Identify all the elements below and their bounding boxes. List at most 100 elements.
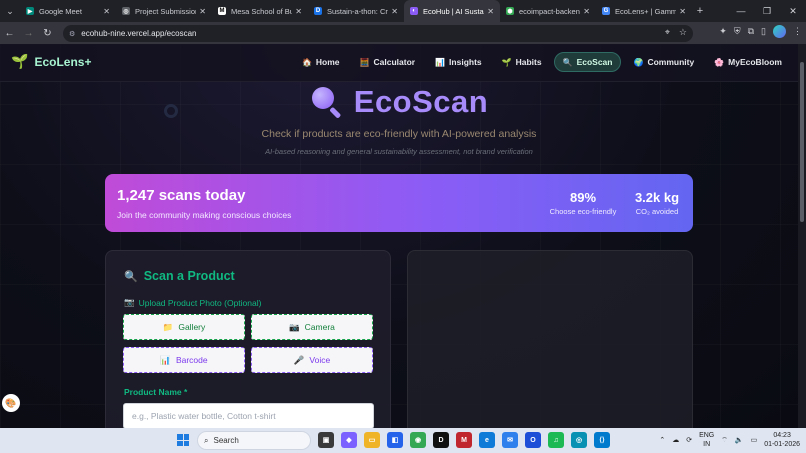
taskbar-search[interactable]: ⌕ Search	[197, 431, 311, 450]
mcafee-icon[interactable]: M	[456, 432, 472, 448]
tab-favicon-icon: ▶	[26, 7, 34, 15]
tab-favicon-icon: D	[314, 7, 322, 15]
chrome-icon[interactable]: ◉	[410, 432, 426, 448]
language-indicator[interactable]: ENG IN	[699, 431, 714, 449]
copilot-icon[interactable]: ◆	[341, 432, 357, 448]
extensions-puzzle-icon[interactable]: ⧉	[748, 26, 754, 37]
eco-friendly-label: Choose eco-friendly	[549, 207, 617, 216]
eco-friendly-stat: 89% Choose eco-friendly	[545, 190, 621, 216]
address-bar[interactable]: ⚙ ecohub-nine.vercel.app/ecoscan ⌖ ☆	[63, 25, 693, 42]
volume-icon[interactable]: 🔈	[735, 436, 744, 444]
nav-item-insights[interactable]: 📊 Insights	[427, 52, 490, 72]
store-icon[interactable]: ◧	[387, 432, 403, 448]
product-name-input[interactable]	[123, 403, 374, 428]
tab-search-chevron-icon[interactable]: ⌄	[0, 0, 20, 22]
windows-start-icon[interactable]	[177, 434, 189, 446]
page-scrollbar[interactable]	[798, 44, 806, 428]
wifi-icon[interactable]: ⌔	[721, 436, 728, 445]
camera-icon: 📷	[289, 321, 300, 332]
nav-item-label: Habits	[515, 57, 542, 67]
voice-button[interactable]: 🎤 Voice	[251, 347, 373, 373]
browser-tab[interactable]: ◎ Project Submission F✕	[116, 0, 212, 22]
tab-close-icon[interactable]: ✕	[295, 7, 302, 16]
chart-icon: 📊	[435, 57, 446, 67]
globe-icon: 🌍	[633, 57, 644, 67]
browser-tab[interactable]: D Sustain-a-thon: Crea✕	[308, 0, 404, 22]
tray-chevron-icon[interactable]: ⌃	[659, 436, 665, 444]
tab-title: Mesa School of Busi	[231, 6, 293, 16]
task-view-icon[interactable]: ▣	[318, 432, 334, 448]
battery-icon[interactable]: ▭	[751, 436, 758, 444]
browser-tab[interactable]: M Mesa School of Busi✕	[212, 0, 308, 22]
clock-date: 01-01-2026	[764, 441, 800, 448]
site-info-icon[interactable]: ⚙	[69, 30, 75, 38]
sync-icon[interactable]: ⟳	[686, 436, 692, 444]
outlook-icon[interactable]: O	[525, 432, 541, 448]
new-tab-button[interactable]: +	[692, 5, 708, 17]
edge-icon[interactable]: e	[479, 432, 495, 448]
bookmark-star-icon[interactable]: ☆	[679, 27, 687, 38]
gallery-button[interactable]: 📁 Gallery	[123, 314, 245, 340]
tab-close-icon[interactable]: ✕	[199, 7, 206, 16]
tab-favicon-icon: M	[218, 7, 226, 15]
forward-icon[interactable]: →	[19, 28, 38, 39]
eco-friendly-value: 89%	[569, 190, 597, 205]
tab-title: Sustain-a-thon: Crea	[327, 6, 388, 16]
camera-button[interactable]: 📷 Camera	[251, 314, 373, 340]
home-icon: 🏠	[301, 57, 312, 67]
minimize-icon[interactable]: —	[728, 0, 754, 22]
upload-photo-label: 📷 Upload Product Photo (Optional)	[124, 297, 261, 308]
file-explorer-icon[interactable]: ▭	[364, 432, 380, 448]
browser-tab[interactable]: G EcoLens+ | Gamma ✕	[596, 0, 692, 22]
scans-today: 1,247 scans today	[117, 187, 246, 204]
nav-item-ecoscan[interactable]: 🔍 EcoScan	[553, 52, 622, 72]
nav-item-label: EcoScan	[576, 57, 613, 67]
tab-close-icon[interactable]: ✕	[583, 7, 590, 16]
nav-item-myecobloom[interactable]: 🌸 MyEcoBloom	[706, 52, 790, 72]
tab-close-icon[interactable]: ✕	[679, 7, 686, 16]
tab-close-icon[interactable]: ✕	[487, 7, 494, 16]
cloud-icon[interactable]: ☁	[672, 436, 679, 444]
brand[interactable]: 🌱 EcoLens+	[11, 53, 91, 70]
barcode-button[interactable]: 📊 Barcode	[123, 347, 245, 373]
browser-tab[interactable]: ⬢ ecoimpact-backend ✕	[500, 0, 596, 22]
magnifier-icon	[310, 85, 344, 119]
reload-icon[interactable]: ↻	[38, 28, 57, 39]
location-icon[interactable]: ⌖	[665, 27, 670, 38]
camera-emoji-icon: 📷	[124, 297, 135, 307]
barcode-icon: 📊	[160, 354, 171, 365]
mail-icon[interactable]: ✉	[502, 432, 518, 448]
tab-title: EcoHub | AI Sustaina	[423, 6, 484, 16]
sidebar-icon[interactable]: ▯	[761, 26, 766, 37]
scrollbar-thumb[interactable]	[800, 62, 804, 222]
restore-icon[interactable]: ❐	[754, 0, 780, 22]
app-icon[interactable]: ◎	[571, 432, 587, 448]
browser-tab[interactable]: ◐ EcoHub | AI Sustaina✕	[404, 0, 500, 22]
spotify-icon[interactable]: ♫	[548, 432, 564, 448]
shield-extension-icon[interactable]: ⛨	[734, 26, 741, 37]
browser-menu-icon[interactable]: ⋮	[793, 26, 802, 37]
nav-item-home[interactable]: 🏠 Home	[294, 52, 348, 72]
results-panel	[407, 250, 693, 428]
clock[interactable]: 04:23 01-01-2026	[764, 431, 800, 449]
back-icon[interactable]: ←	[0, 28, 19, 39]
dell-icon[interactable]: D	[433, 432, 449, 448]
profile-avatar[interactable]	[773, 25, 786, 38]
assistant-icon: 🎨	[5, 397, 17, 408]
nav-item-community[interactable]: 🌍 Community	[625, 52, 702, 72]
vscode-icon[interactable]: ⟨⟩	[594, 432, 610, 448]
tab-close-icon[interactable]: ✕	[103, 7, 110, 16]
browser-toolbar: ← → ↻ ⚙ ecohub-nine.vercel.app/ecoscan ⌖…	[0, 22, 806, 44]
nav-item-calculator[interactable]: 🧮 Calculator	[352, 52, 424, 72]
tab-close-icon[interactable]: ✕	[391, 7, 398, 16]
url-text: ecohub-nine.vercel.app/ecoscan	[81, 29, 197, 38]
nav-item-habits[interactable]: 🌱 Habits	[494, 52, 550, 72]
close-window-icon[interactable]: ✕	[780, 0, 806, 22]
browser-tab[interactable]: ▶ Google Meet ✕	[20, 0, 116, 22]
nav-item-label: MyEcoBloom	[728, 57, 782, 67]
floating-assistant-button[interactable]: 🎨	[2, 394, 20, 412]
plant-logo-icon: 🌱	[11, 53, 29, 69]
nav-item-label: Community	[647, 57, 695, 67]
co2-avoided-stat: 3.2k kg CO₂ avoided	[629, 190, 685, 216]
extension-sparkle-icon[interactable]: ✦	[719, 26, 727, 37]
